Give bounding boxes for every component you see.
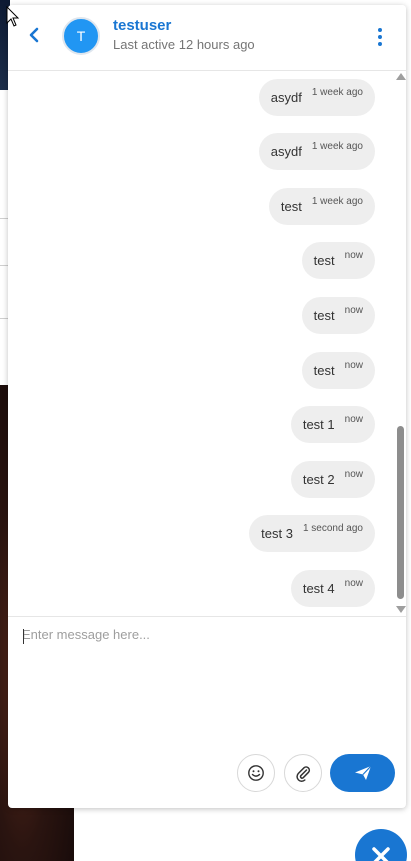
composer bbox=[8, 616, 406, 808]
avatar: T bbox=[62, 17, 100, 55]
message-text: test 1 bbox=[302, 417, 335, 432]
more-vertical-icon bbox=[378, 42, 382, 46]
more-options-button[interactable] bbox=[370, 25, 390, 49]
message-timestamp: 1 week ago bbox=[311, 87, 363, 98]
message-text: test bbox=[313, 308, 335, 323]
chat-header: T testuser Last active 12 hours ago bbox=[8, 5, 406, 71]
message-list[interactable]: asydf 1 week ago asydf 1 week ago test 1… bbox=[8, 71, 406, 616]
message-timestamp: now bbox=[344, 360, 363, 371]
chat-panel: T testuser Last active 12 hours ago asyd… bbox=[8, 5, 406, 808]
message-input[interactable] bbox=[22, 627, 382, 747]
message-timestamp: now bbox=[344, 578, 363, 589]
message-bubble: test 1 now bbox=[290, 406, 375, 443]
chevron-left-icon bbox=[29, 27, 39, 43]
message-timestamp: 1 week ago bbox=[311, 196, 363, 207]
message-timestamp: now bbox=[344, 250, 363, 261]
scroll-up-arrow-icon[interactable] bbox=[396, 73, 406, 80]
message-text: test bbox=[280, 199, 302, 214]
message-text: test 2 bbox=[302, 472, 335, 487]
emoji-icon bbox=[248, 765, 264, 781]
message-bubble: test 4 now bbox=[290, 570, 375, 607]
message-timestamp: now bbox=[344, 305, 363, 316]
more-vertical-icon bbox=[378, 35, 382, 39]
message-text: test 4 bbox=[302, 581, 335, 596]
message-bubble: test 2 now bbox=[290, 461, 375, 498]
close-icon bbox=[372, 847, 390, 861]
send-button[interactable] bbox=[330, 754, 395, 792]
message-bubble: test now bbox=[301, 242, 375, 279]
message-bubble: test 1 week ago bbox=[268, 188, 375, 225]
more-vertical-icon bbox=[378, 28, 382, 32]
scroll-down-arrow-icon[interactable] bbox=[396, 606, 406, 613]
message-text: asydf bbox=[270, 90, 302, 105]
message-bubble: test now bbox=[301, 352, 375, 389]
send-icon bbox=[354, 765, 371, 780]
contact-name[interactable]: testuser bbox=[113, 17, 171, 34]
message-bubble: test now bbox=[301, 297, 375, 334]
paperclip-icon bbox=[296, 766, 311, 782]
last-active-status: Last active 12 hours ago bbox=[113, 37, 255, 52]
message-timestamp: now bbox=[344, 469, 363, 480]
message-text: asydf bbox=[270, 144, 302, 159]
back-button[interactable] bbox=[22, 23, 46, 47]
mouse-cursor-icon bbox=[6, 6, 20, 27]
message-text: test bbox=[313, 363, 335, 378]
message-bubble: asydf 1 week ago bbox=[258, 133, 375, 170]
message-bubble: test 3 1 second ago bbox=[249, 515, 375, 552]
scrollbar-thumb[interactable] bbox=[397, 426, 404, 599]
message-timestamp: 1 week ago bbox=[311, 141, 363, 152]
attach-file-button[interactable] bbox=[284, 754, 322, 792]
message-scrollbar[interactable] bbox=[396, 71, 406, 616]
message-timestamp: 1 second ago bbox=[302, 523, 363, 534]
message-timestamp: now bbox=[344, 414, 363, 425]
text-caret bbox=[23, 629, 24, 644]
emoji-button[interactable] bbox=[237, 754, 275, 792]
message-text: test 3 bbox=[261, 526, 293, 541]
message-text: test bbox=[313, 253, 335, 268]
message-bubble: asydf 1 week ago bbox=[258, 79, 375, 116]
